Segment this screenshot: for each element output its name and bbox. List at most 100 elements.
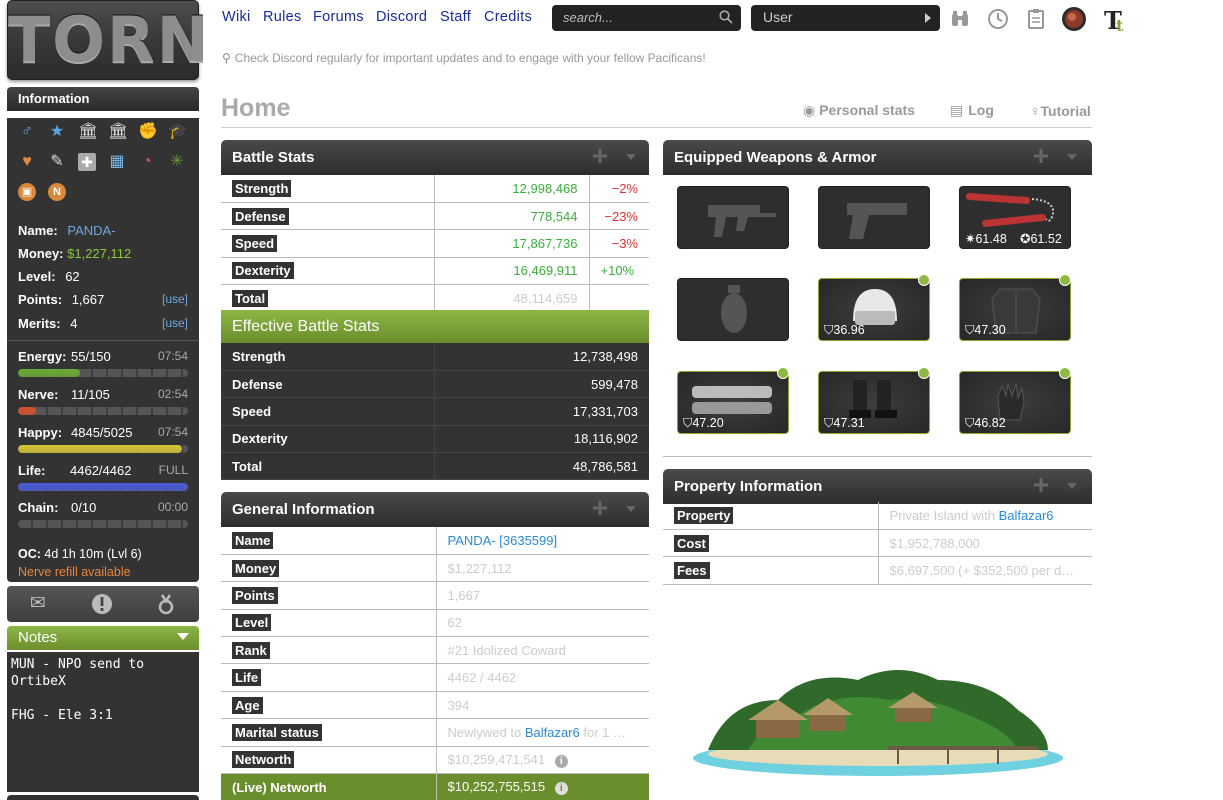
stat-modifier[interactable]: +10%: [589, 257, 649, 286]
bank-investment-icon[interactable]: 🏛: [108, 123, 128, 141]
effective-stats-header: Effective Battle Stats: [221, 310, 649, 343]
helmet-slot[interactable]: ⛉36.96: [818, 278, 930, 341]
svg-text:t: t: [1116, 16, 1124, 33]
property-title: Property Information: [674, 478, 823, 495]
plus-icon[interactable]: [593, 149, 607, 163]
drug-icon[interactable]: ✳: [168, 153, 186, 171]
clipboard-icon[interactable]: [1025, 8, 1047, 30]
chevron-down-icon[interactable]: [626, 506, 636, 512]
mail-icon[interactable]: ✉: [22, 593, 54, 615]
donator-icon[interactable]: ▣: [18, 183, 36, 201]
personal-stats-link[interactable]: ◉ Personal stats: [803, 102, 915, 119]
plus-icon[interactable]: [593, 501, 607, 515]
clock-icon[interactable]: [987, 8, 1009, 30]
nerve-bar[interactable]: Nerve: 11/105 02:54: [18, 387, 188, 427]
co-owner-link[interactable]: Balfazar6: [999, 508, 1054, 523]
search-type-value: User: [763, 9, 793, 25]
chevron-down-icon[interactable]: [177, 633, 189, 640]
info-icon[interactable]: i: [554, 754, 568, 768]
gloves-slot[interactable]: ⛉46.82: [959, 371, 1071, 434]
job-icon[interactable]: ✎: [48, 153, 66, 171]
nav-discord[interactable]: Discord: [376, 9, 427, 25]
news-ticker[interactable]: ⚲ Check Discord regularly for important u…: [222, 51, 706, 65]
melee-weapon-slot[interactable]: ✷61.48 ✪61.52: [959, 186, 1071, 249]
energy-bar[interactable]: Energy: 55/150 07:54: [18, 349, 188, 389]
profile-avatar-icon[interactable]: [1061, 6, 1087, 32]
battle-stats-title: Battle Stats: [232, 149, 315, 166]
live-networth-value: $10,252,755,515: [447, 779, 546, 795]
newsletter-icon[interactable]: N: [48, 183, 66, 201]
events-icon[interactable]: [86, 593, 118, 615]
notes-header[interactable]: Notes: [7, 626, 199, 650]
star-icon[interactable]: ★: [48, 123, 66, 141]
spouse-link[interactable]: Balfazar6: [525, 725, 580, 740]
stat-value: 599,478: [433, 370, 649, 399]
chevron-down-icon[interactable]: [1067, 154, 1077, 160]
user-info-panel: Name: PANDA- Money: $1,227,112 Level: 62…: [7, 208, 199, 582]
tutorial-link[interactable]: ♀Tutorial: [1030, 103, 1091, 119]
stat-value: 18,116,902: [433, 425, 649, 454]
awards-icon[interactable]: [150, 593, 182, 615]
medical-icon[interactable]: ✚: [78, 153, 96, 171]
happy-bar[interactable]: Happy: 4845/5025 07:54: [18, 425, 188, 465]
stat-value: 17,867,736: [434, 229, 590, 258]
body-armor-slot[interactable]: ⛉47.30: [959, 278, 1071, 341]
money-value[interactable]: $1,227,112: [67, 246, 131, 261]
married-heart-icon[interactable]: ♥: [18, 153, 36, 171]
info-key-cell: Fees: [663, 556, 879, 585]
oc-row[interactable]: OC: 4d 1h 10m (Lvl 6): [18, 547, 188, 561]
plus-icon[interactable]: [1034, 478, 1048, 492]
name-label: Name:: [18, 223, 58, 238]
temporary-weapon-slot[interactable]: [677, 278, 789, 341]
stock-icon[interactable]: ▦: [108, 153, 126, 171]
stat-modifier[interactable]: −2%: [589, 175, 649, 203]
nerve-fill: [18, 407, 36, 415]
male-icon[interactable]: ♂: [18, 123, 36, 141]
boots-slot[interactable]: ⛉47.31: [818, 371, 930, 434]
nav-wiki[interactable]: Wiki: [222, 9, 251, 25]
player-name-link[interactable]: PANDA- [3635599]: [436, 527, 649, 555]
search-type-select[interactable]: User: [751, 5, 940, 31]
nav-credits[interactable]: Credits: [484, 9, 532, 25]
info-icon[interactable]: i: [554, 782, 568, 796]
info-key: Name: [232, 531, 274, 549]
merits-use-link[interactable]: [use]: [162, 316, 188, 330]
title-divider: [221, 127, 1092, 128]
life-time: FULL: [158, 463, 188, 477]
primary-weapon-slot[interactable]: [677, 186, 789, 249]
education-icon[interactable]: 🎓: [168, 123, 188, 141]
torn-logo[interactable]: TORN: [7, 0, 209, 80]
notes-textarea[interactable]: MUN - NPO send to OrtibeX FHG - Ele 3:1: [7, 652, 199, 792]
torn-tt-logo-icon[interactable]: Tt: [1103, 7, 1129, 33]
equipment-grid: ✷61.48 ✪61.52 ⛉36.96 ⛉47.30 ⛉47.20 ⛉47.3…: [663, 174, 1092, 457]
table-row: Life 4462 / 4462: [221, 663, 649, 692]
information-header[interactable]: Information: [7, 87, 199, 111]
name-value[interactable]: PANDA-: [67, 223, 115, 238]
accuracy-value: 61.52: [1030, 232, 1062, 246]
nav-forums[interactable]: Forums: [313, 9, 364, 25]
plus-icon[interactable]: [1034, 149, 1048, 163]
secondary-weapon-slot[interactable]: [818, 186, 930, 249]
nerve-refill-link[interactable]: Nerve refill available: [18, 565, 188, 579]
log-link[interactable]: ▤ Log: [950, 102, 994, 119]
chevron-down-icon[interactable]: [1067, 483, 1077, 489]
info-key: Marital status: [232, 723, 322, 741]
pants-slot[interactable]: ⛉47.20: [677, 371, 789, 434]
stat-modifier[interactable]: −3%: [589, 229, 649, 258]
speedometer-icon[interactable]: ◔: [138, 153, 156, 171]
oc-label: OC:: [18, 547, 41, 561]
stat-modifier[interactable]: −23%: [589, 202, 649, 231]
search-input[interactable]: search...: [552, 5, 741, 31]
bank-icon[interactable]: 🏛: [78, 123, 98, 141]
table-row: Rank #21 Idolized Coward: [221, 636, 649, 665]
search-icon[interactable]: [719, 10, 733, 24]
chain-bar[interactable]: Chain: 0/10 00:00: [18, 500, 188, 540]
binoculars-icon[interactable]: [949, 8, 971, 30]
nav-staff[interactable]: Staff: [440, 9, 471, 25]
points-use-link[interactable]: [use]: [162, 292, 188, 306]
life-bar[interactable]: Life: 4462/4462 FULL: [18, 463, 188, 503]
chevron-down-icon[interactable]: [626, 154, 636, 160]
sidebar-action-row: ✉: [7, 586, 199, 622]
nav-rules[interactable]: Rules: [263, 9, 302, 25]
faction-icon[interactable]: ✊: [138, 123, 158, 141]
